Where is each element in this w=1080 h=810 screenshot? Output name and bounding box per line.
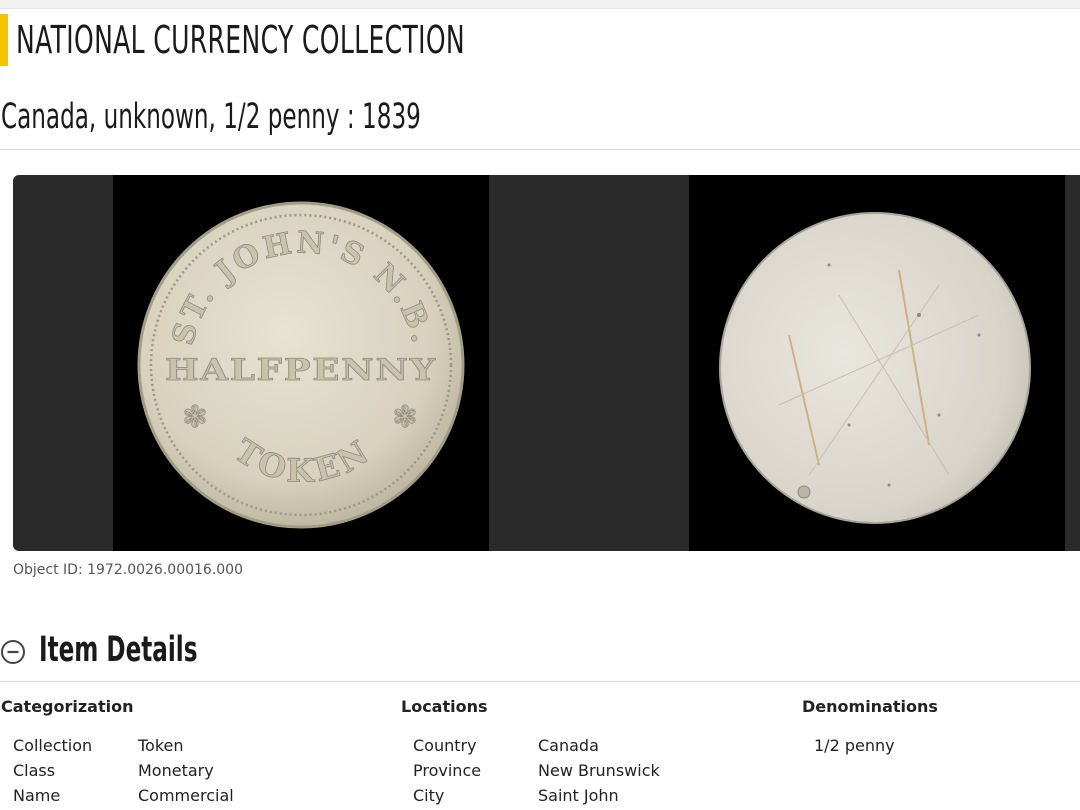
detail-value: Canada: [538, 736, 599, 755]
object-id: Object ID: 1972.0026.00016.000: [13, 562, 243, 578]
detail-label: Country: [413, 736, 477, 755]
brand-accent-bar: [0, 14, 8, 66]
minus-circle-icon[interactable]: [0, 639, 26, 665]
detail-value: Saint John: [538, 786, 619, 805]
detail-label: Name: [13, 786, 61, 805]
coin-reverse-image[interactable]: [689, 175, 1065, 551]
rosette-left-icon: ❃: [182, 400, 207, 435]
item-details-title: Item Details: [39, 630, 198, 670]
detail-value: Monetary: [138, 761, 214, 780]
image-gallery[interactable]: ST. JOHN'S N.B. HALFPENNY TOKEN ❃ ❃: [13, 175, 1080, 551]
denomination-value: 1/2 penny: [814, 736, 895, 755]
categorization-section: Categorization Collection Token Class Mo…: [1, 694, 391, 805]
coin-obverse-image[interactable]: ST. JOHN'S N.B. HALFPENNY TOKEN ❃ ❃: [113, 175, 489, 551]
detail-label: City: [413, 786, 445, 805]
site-title[interactable]: NATIONAL CURRENCY COLLECTION: [16, 17, 465, 63]
detail-label: Collection: [13, 736, 93, 755]
categorization-heading: Categorization: [1, 697, 134, 716]
locations-section: Locations Country Canada Province New Br…: [401, 694, 791, 805]
rosette-right-icon: ❃: [392, 400, 417, 435]
detail-value: Token: [138, 736, 184, 755]
item-details-toggle[interactable]: Item Details: [0, 628, 400, 672]
site-header: NATIONAL CURRENCY COLLECTION: [0, 14, 1080, 66]
locations-heading: Locations: [401, 697, 488, 716]
divider: [0, 681, 1080, 682]
divider: [0, 149, 1080, 150]
gallery-next-edge[interactable]: [1065, 175, 1080, 551]
coin-center-legend: HALFPENNY: [165, 353, 437, 388]
coin-face: [719, 212, 1031, 524]
top-strip: [0, 0, 1080, 9]
detail-value: New Brunswick: [538, 761, 660, 780]
detail-label: Province: [413, 761, 482, 780]
denominations-heading: Denominations: [802, 697, 938, 716]
denominations-section: Denominations 1/2 penny: [802, 694, 1072, 755]
detail-value: Commercial: [138, 786, 234, 805]
detail-label: Class: [13, 761, 56, 780]
page-title: Canada, unknown, 1/2 penny : 1839: [1, 97, 421, 137]
